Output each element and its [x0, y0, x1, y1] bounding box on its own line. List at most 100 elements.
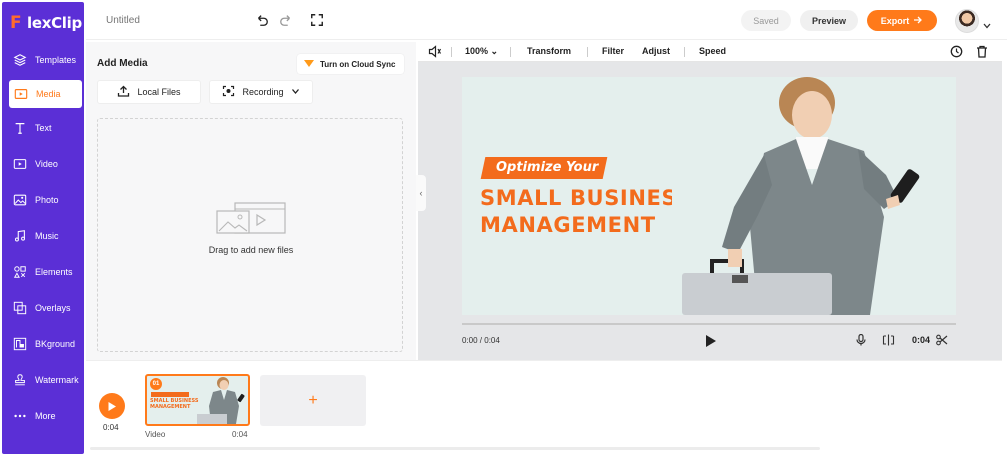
split-icon[interactable] — [882, 334, 895, 346]
redo-icon[interactable] — [278, 12, 294, 28]
sidebar-item-label: Text — [35, 123, 52, 133]
more-icon — [12, 409, 27, 424]
chevron-down-icon — [291, 87, 300, 97]
background-icon — [12, 337, 27, 352]
microphone-icon[interactable] — [855, 334, 867, 346]
sidebar-item-music[interactable]: Music — [2, 218, 84, 254]
playback-progress-bar[interactable] — [462, 323, 956, 325]
timeline-total-time: 0:04 — [103, 423, 119, 432]
canvas-headline-2[interactable]: MANAGEMENT — [480, 213, 656, 237]
cloud-sync-button[interactable]: Turn on Cloud Sync — [297, 54, 404, 74]
drop-zone[interactable]: Drag to add new files — [97, 118, 403, 352]
chevron-left-icon: ‹ — [419, 188, 423, 198]
sidebar-item-label: Watermark — [35, 375, 79, 385]
sidebar: F lexClip Templates Media Text Video Pho… — [2, 2, 84, 454]
sidebar-item-watermark[interactable]: Watermark — [2, 362, 84, 398]
video-canvas[interactable]: Optimize Your SMALL BUSINESS MANAGEMENT — [462, 77, 956, 315]
play-icon[interactable] — [704, 334, 718, 348]
sidebar-item-bkground[interactable]: BKground — [2, 326, 84, 362]
project-title-input[interactable] — [98, 9, 248, 31]
toolbar-divider — [684, 47, 685, 57]
media-folder-icon — [13, 87, 28, 102]
sidebar-item-label: Photo — [35, 195, 59, 205]
sidebar-item-label: Overlays — [35, 303, 71, 313]
undo-icon[interactable] — [254, 12, 270, 28]
flexclip-logo[interactable]: F lexClip — [10, 12, 82, 34]
play-icon — [108, 401, 116, 411]
sidebar-item-more[interactable]: More — [2, 398, 84, 434]
sidebar-item-label: More — [35, 411, 56, 421]
upload-illustration-icon — [216, 202, 286, 234]
music-icon — [12, 229, 27, 244]
timeline-clip[interactable]: 01 SMALL BUSINESS MANAGEMENT — [145, 374, 250, 426]
sidebar-item-label: Video — [35, 159, 58, 169]
export-button[interactable]: Export — [867, 10, 937, 31]
recording-label: Recording — [242, 87, 284, 97]
sidebar-item-media[interactable]: Media — [9, 80, 82, 108]
fullscreen-icon[interactable] — [309, 12, 325, 28]
cloud-sync-label: Turn on Cloud Sync — [320, 59, 396, 69]
sidebar-item-label: BKground — [35, 339, 76, 349]
logo-f: F — [10, 13, 22, 33]
recording-dropdown[interactable]: Recording — [209, 80, 313, 104]
filter-button[interactable]: Filter — [602, 46, 624, 56]
volume-icon[interactable] — [428, 45, 442, 63]
clip-thumb-tag — [151, 392, 189, 397]
sidebar-item-label: Media — [36, 89, 61, 99]
timeline-scrollbar[interactable] — [90, 447, 820, 450]
sidebar-nav: Templates Media Text Video Photo Music E… — [2, 42, 84, 434]
plus-icon: + — [308, 391, 318, 409]
toolbar-divider — [451, 47, 452, 57]
toolbar-divider — [587, 47, 588, 57]
arrow-right-icon — [913, 15, 923, 27]
scissors-icon[interactable] — [936, 334, 948, 346]
zoom-dropdown[interactable]: 100% ⌄ — [465, 46, 498, 57]
photo-icon — [12, 193, 27, 208]
timeline-play-button[interactable] — [99, 393, 125, 419]
businessman-photo[interactable] — [672, 77, 956, 315]
clip-label: Video — [145, 430, 166, 439]
clip-thumb-line-2: MANAGEMENT — [150, 404, 191, 410]
overlays-icon — [12, 301, 27, 316]
media-panel: Add Media Turn on Cloud Sync Local Files… — [86, 42, 416, 360]
upload-icon — [117, 85, 130, 99]
text-icon — [12, 121, 27, 136]
sidebar-item-elements[interactable]: Elements — [2, 254, 84, 290]
transform-button[interactable]: Transform — [527, 46, 571, 56]
sidebar-item-label: Elements — [35, 267, 73, 277]
sidebar-item-photo[interactable]: Photo — [2, 182, 84, 218]
record-icon — [222, 85, 235, 99]
flexclip-editor: F lexClip Templates Media Text Video Pho… — [0, 0, 1007, 458]
collapse-panel-button[interactable]: ‹ — [416, 175, 426, 211]
preview-toolbar: 100% ⌄ Transform Filter Adjust Speed — [418, 42, 1002, 62]
adjust-button[interactable]: Adjust — [642, 46, 670, 56]
add-clip-button[interactable]: + — [260, 375, 366, 426]
canvas-headline-1[interactable]: SMALL BUSINESS — [480, 186, 692, 210]
cloud-sync-icon — [303, 58, 315, 70]
clock-icon[interactable] — [950, 45, 963, 63]
canvas-tag-text[interactable]: Optimize Your — [496, 160, 598, 175]
local-files-button[interactable]: Local Files — [97, 80, 201, 104]
chevron-down-icon[interactable] — [982, 17, 992, 29]
layers-icon — [12, 53, 27, 68]
zoom-value: 100% — [465, 46, 489, 56]
sidebar-item-overlays[interactable]: Overlays — [2, 290, 84, 326]
elements-icon — [12, 265, 27, 280]
top-bar: Saved Preview Export — [86, 0, 1007, 40]
logo-text: lexClip — [27, 14, 82, 32]
avatar[interactable] — [955, 9, 979, 33]
duration-time: 0:04 — [912, 335, 931, 345]
current-time: 0:00 / 0:04 — [462, 336, 500, 345]
preview-button[interactable]: Preview — [800, 10, 858, 31]
sidebar-item-video[interactable]: Video — [2, 146, 84, 182]
chevron-down-icon: ⌄ — [490, 46, 499, 56]
local-files-label: Local Files — [137, 87, 181, 97]
speed-button[interactable]: Speed — [699, 46, 726, 56]
sidebar-item-text[interactable]: Text — [2, 110, 84, 146]
watermark-icon — [12, 373, 27, 388]
drop-zone-text: Drag to add new files — [208, 245, 294, 255]
sidebar-item-templates[interactable]: Templates — [2, 42, 84, 78]
clip-thumbnail-photo — [197, 377, 245, 424]
trash-icon[interactable] — [976, 45, 988, 63]
saved-status-button[interactable]: Saved — [741, 10, 791, 31]
